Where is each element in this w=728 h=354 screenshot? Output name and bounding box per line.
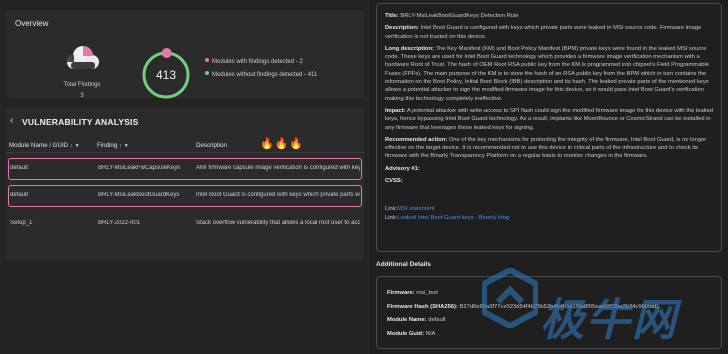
- detail-title: Title: BRLY-MsiLeakBootGuardKeys Detecti…: [385, 12, 713, 20]
- detail-advisory: Advisory #1:: [385, 165, 713, 173]
- detail-long-description: Long description: The Key Manifest (KM) …: [385, 45, 713, 103]
- link-2-label: Link:: [385, 214, 398, 221]
- left-pane: Overview Total Findings 3 413 Modules wi…: [0, 0, 370, 354]
- total-findings: Total Findings 3: [51, 80, 113, 102]
- legend-label-without: Modules without findings detected - 411: [212, 72, 318, 78]
- filter-icon[interactable]: ▼: [75, 143, 80, 149]
- link-1-label: Link:: [385, 206, 398, 213]
- total-findings-value: 3: [80, 93, 84, 99]
- long-description-label: Long description:: [385, 45, 434, 52]
- description-label: Description:: [385, 25, 419, 32]
- col-module-label: Module Name / GUID: [9, 142, 69, 149]
- back-chevron-icon[interactable]: ‹: [10, 115, 20, 127]
- fire-icons: 🔥🔥🔥: [260, 138, 305, 150]
- modules-ring: 413: [139, 48, 193, 102]
- additional-details-title: Additional Details: [376, 261, 431, 268]
- title-value: BRLY-MsiLeakBootGuardKeys Detection Rule: [400, 13, 519, 19]
- legend-dot-pink: [205, 58, 209, 62]
- findings-cloud-icon: [67, 46, 99, 69]
- detail-link-2: Link:Leaked Intel Boot Guard keys - Bina…: [385, 214, 713, 222]
- legend-dot-green: [205, 71, 209, 75]
- col-module[interactable]: Module Name / GUID ↕ ▼: [9, 142, 80, 149]
- firmware-hash-label: Firmware Hash (SHA256):: [387, 303, 458, 310]
- long-description-value: The Key Manifest (KM) and Boot Policy Ma…: [385, 45, 710, 102]
- legend-without-findings: Modules without findings detected - 411: [205, 71, 317, 78]
- impact-value: A potential attacker with write-access t…: [385, 107, 714, 131]
- detail-link-1: Link:MSI statement: [385, 205, 713, 213]
- header-divider: [6, 152, 364, 153]
- sort-icon[interactable]: ↕: [119, 143, 122, 149]
- detail-recommended-action: Recommended action: One of the key mecha…: [385, 136, 713, 161]
- filter-icon[interactable]: ▼: [124, 143, 129, 149]
- detail-description: Description: Intel Boot Guard is configu…: [385, 24, 713, 41]
- description-value: Intel Boot Guard is configured with keys…: [385, 25, 702, 40]
- binarly-blog-link[interactable]: Leaked Intel Boot Guard keys - Binarly b…: [397, 215, 509, 221]
- watermark-logo-icon: [482, 268, 538, 328]
- detection-rule-details: Title: BRLY-MsiLeakBootGuardKeys Detecti…: [376, 3, 722, 252]
- ring-value: 413: [155, 68, 177, 82]
- row-2-module: default: [10, 192, 29, 198]
- col-description-label: Description: [196, 142, 227, 149]
- col-finding[interactable]: Finding ↕ ▼: [97, 142, 129, 149]
- col-description: Description: [196, 142, 227, 149]
- vulnerability-title: VULNERABILITY ANALYSIS: [22, 117, 139, 127]
- module-guid-value: N/A: [425, 330, 436, 337]
- row-2-description: Intel Boot Guard is configured with keys…: [196, 192, 360, 198]
- vulnerability-card: ‹ VULNERABILITY ANALYSIS Module Name / G…: [6, 108, 364, 260]
- cvss-label: CVSS:: [385, 178, 403, 185]
- row-3-description[interactable]: Stack overflow vulnerability that allows…: [196, 220, 360, 226]
- legend-label-with: Modules with findings detected - 2: [212, 59, 303, 65]
- legend-with-findings: Modules with findings detected - 2: [205, 58, 303, 65]
- advisory-label: Advisory #1:: [385, 165, 420, 172]
- row-1-description: AMI firmware capsule image verification …: [196, 165, 360, 171]
- firmware-label: Firmware:: [387, 290, 415, 296]
- recommended-action-label: Recommended action:: [385, 136, 448, 143]
- row-1-finding: BRLY-MsiLeakFwCapsuleKeys: [98, 165, 181, 171]
- row-2-finding: BRLY-MsiLeakBootGuardKeys: [98, 192, 180, 198]
- msi-statement-link[interactable]: MSI statement: [397, 206, 434, 212]
- row-1-module: default: [10, 165, 29, 171]
- watermark-text: 极牛网: [540, 296, 678, 345]
- detail-cvss: CVSS:: [385, 177, 713, 185]
- overview-title: Overview: [15, 19, 49, 28]
- total-findings-label: Total Findings: [63, 82, 101, 88]
- module-guid-label: Module Guid:: [387, 330, 425, 337]
- detail-impact: Impact: A potential attacker with write-…: [385, 107, 713, 132]
- row-3-finding[interactable]: BRLY-2022-001: [98, 220, 190, 226]
- col-finding-label: Finding: [97, 142, 118, 149]
- module-name-label: Module Name:: [387, 317, 427, 323]
- watermark: 极牛网: [478, 262, 724, 352]
- title-label: Title:: [385, 13, 399, 19]
- firmware-value: msi_test: [416, 290, 438, 296]
- overview-card: Overview Total Findings 3 413 Modules wi…: [6, 10, 364, 99]
- sort-icon[interactable]: ↕: [70, 143, 73, 149]
- module-name-value: default: [428, 317, 446, 323]
- row-3-module[interactable]: Setup_1: [10, 220, 90, 226]
- impact-label: Impact:: [385, 107, 406, 114]
